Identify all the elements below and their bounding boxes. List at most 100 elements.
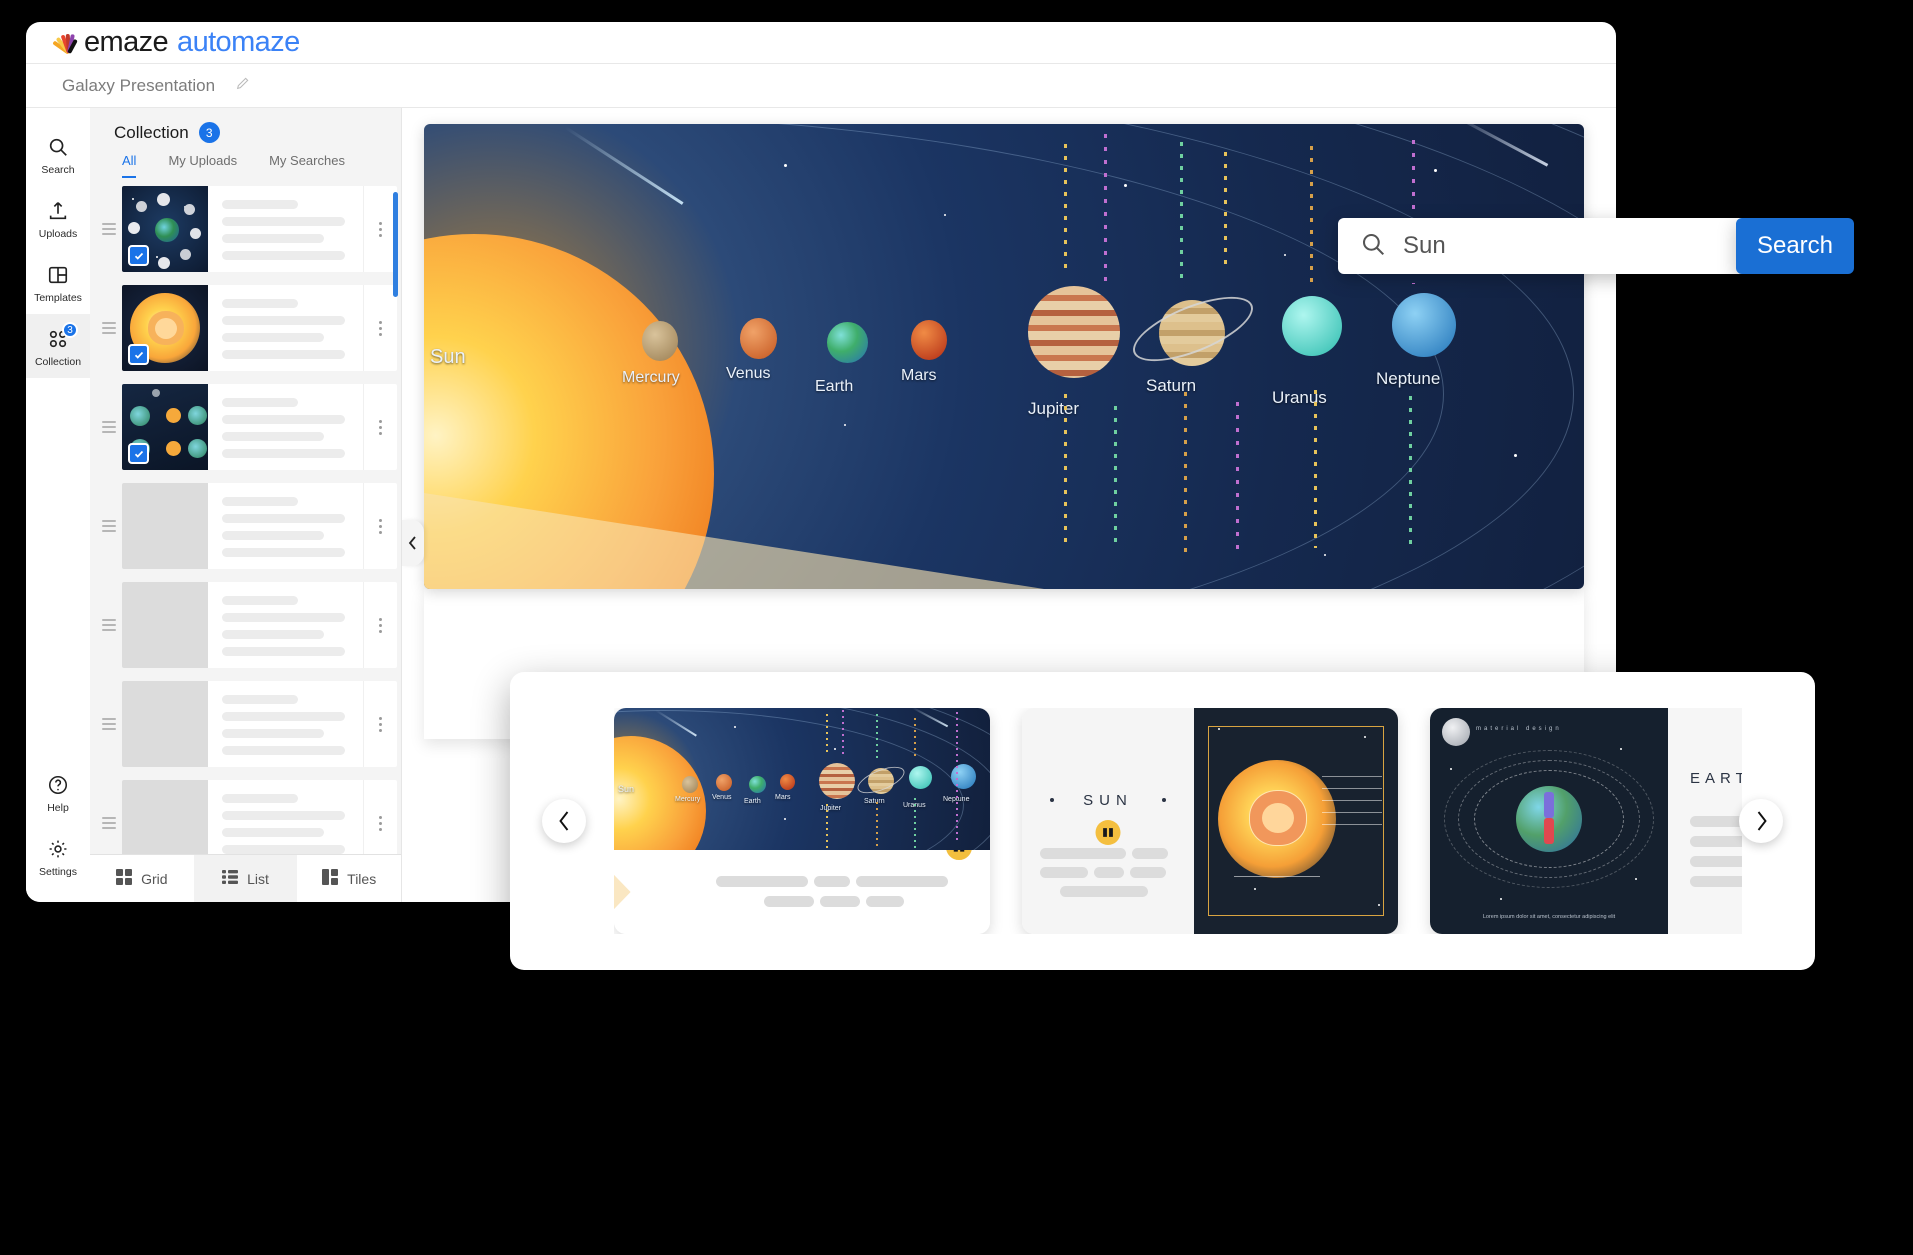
collection-card[interactable] <box>122 582 397 668</box>
tab-my-searches[interactable]: My Searches <box>269 153 345 178</box>
drag-handle[interactable] <box>96 322 122 334</box>
collection-panel-header: Collection 3 All My Uploads My Searches <box>90 108 401 178</box>
collection-card[interactable] <box>122 384 397 470</box>
collection-count-badge: 3 <box>198 122 220 143</box>
sidebar-item-label: Collection <box>34 356 82 368</box>
bullet-dot-right <box>1162 798 1166 802</box>
collection-item-menu[interactable] <box>363 186 397 272</box>
sidebar-item-label: Search <box>41 164 75 176</box>
carousel-next-button[interactable] <box>1739 799 1783 843</box>
rail-bottom-group: Help Settings <box>26 760 90 902</box>
slide-planet-label: Mercury <box>622 369 680 386</box>
sidebar-item-search[interactable]: Search <box>26 122 90 186</box>
search-input-wrapper[interactable]: Sun <box>1338 218 1742 274</box>
view-tab-label: Tiles <box>347 870 377 887</box>
search-overlay: Sun Search <box>1338 218 1854 274</box>
collection-card[interactable] <box>122 780 397 854</box>
scrollbar-thumb[interactable] <box>393 192 398 297</box>
collection-item-menu[interactable] <box>363 285 397 371</box>
collection-item-checkbox[interactable] <box>128 443 149 464</box>
drag-handle[interactable] <box>96 817 122 829</box>
planet-earth <box>827 322 868 363</box>
slide-planet-label: Neptune <box>1376 369 1441 388</box>
slide-planet-label: Earth <box>815 378 854 395</box>
list-item[interactable] <box>90 780 401 854</box>
collection-card-text <box>208 483 363 569</box>
tab-my-uploads[interactable]: My Uploads <box>168 153 237 178</box>
drag-handle[interactable] <box>96 619 122 631</box>
magnet-north-pole <box>1544 818 1554 844</box>
collection-list[interactable] <box>90 178 401 854</box>
chevron-left-icon <box>408 536 416 550</box>
magnet-south-pole <box>1544 792 1554 818</box>
sidebar-item-label: Help <box>47 802 69 814</box>
collection-title: Collection <box>114 122 189 142</box>
collection-card[interactable] <box>122 285 397 371</box>
earth-card[interactable]: material design Lorem ipsum dolor sit am… <box>1430 708 1742 934</box>
sidebar-item-label: Settings <box>39 866 77 878</box>
book-icon <box>944 850 974 862</box>
search-button[interactable]: Search <box>1736 218 1854 274</box>
planet-uranus <box>909 766 932 789</box>
list-item[interactable] <box>90 483 401 569</box>
grid-icon <box>116 869 133 888</box>
slide-planet-label: Sun <box>430 346 466 368</box>
list-item[interactable] <box>90 681 401 767</box>
collection-item-checkbox[interactable] <box>128 344 149 365</box>
sidebar-item-label: Templates <box>34 292 82 304</box>
sidebar-item-settings[interactable]: Settings <box>26 824 90 888</box>
pencil-icon[interactable] <box>235 75 251 96</box>
collection-card[interactable] <box>122 186 397 272</box>
card-text-side: SUN <box>1022 708 1194 934</box>
drag-handle[interactable] <box>96 223 122 235</box>
drag-handle[interactable] <box>96 421 122 433</box>
collection-panel: Collection 3 All My Uploads My Searches <box>90 108 402 902</box>
planet-uranus <box>1282 296 1342 356</box>
carousel-prev-button[interactable] <box>542 799 586 843</box>
collection-item-menu[interactable] <box>363 681 397 767</box>
slide-preview[interactable]: Sun Mercury Venus Earth Mars Jupiter Sat… <box>424 124 1584 589</box>
drag-handle[interactable] <box>96 520 122 532</box>
collection-item-menu[interactable] <box>363 483 397 569</box>
list-icon <box>222 869 239 888</box>
sun-card[interactable]: SUN <box>1022 708 1398 934</box>
placeholder-thumb-7 <box>122 780 208 854</box>
planet-mars <box>911 320 947 360</box>
card-text-lines <box>716 876 956 907</box>
slide-planet-label: Jupiter <box>1028 399 1080 418</box>
collection-card[interactable] <box>122 483 397 569</box>
card-text-side: EARTH <box>1668 708 1742 934</box>
list-item[interactable] <box>90 285 401 371</box>
sidebar-item-collection[interactable]: 3 Collection <box>26 314 90 378</box>
collection-item-menu[interactable] <box>363 780 397 854</box>
collection-item-checkbox[interactable] <box>128 245 149 266</box>
card-caption: Lorem ipsum dolor sit amet, consectetur … <box>1482 914 1616 920</box>
collection-item-menu[interactable] <box>363 582 397 668</box>
solar-system-card[interactable]: Sun Mercury Venus Earth Mars Jupiter Sat… <box>614 708 990 934</box>
tab-all[interactable]: All <box>122 153 137 178</box>
planet-mars <box>780 774 795 790</box>
collection-item-menu[interactable] <box>363 384 397 470</box>
sidebar-item-uploads[interactable]: Uploads <box>26 186 90 250</box>
panel-collapse-toggle[interactable] <box>402 520 424 566</box>
collection-card-text <box>208 582 363 668</box>
templates-icon <box>26 262 90 288</box>
search-input[interactable]: Sun <box>1403 232 1446 260</box>
view-tab-list[interactable]: List <box>193 855 298 902</box>
view-tab-label: List <box>247 870 269 887</box>
placeholder-thumb-6 <box>122 681 208 767</box>
document-title-bar: Galaxy Presentation <box>26 64 1616 108</box>
drag-handle[interactable] <box>96 718 122 730</box>
list-item[interactable] <box>90 384 401 470</box>
view-tab-grid[interactable]: Grid <box>90 855 194 902</box>
sidebar-item-help[interactable]: Help <box>26 760 90 824</box>
collection-card-text <box>208 384 363 470</box>
collection-card-text <box>208 186 363 272</box>
sun-layers-thumb <box>122 285 208 371</box>
list-item[interactable] <box>90 186 401 272</box>
sidebar-item-templates[interactable]: Templates <box>26 250 90 314</box>
list-item[interactable] <box>90 582 401 668</box>
view-tab-tiles[interactable]: Tiles <box>297 855 401 902</box>
card-planet-label: Mars <box>775 794 791 801</box>
collection-card[interactable] <box>122 681 397 767</box>
